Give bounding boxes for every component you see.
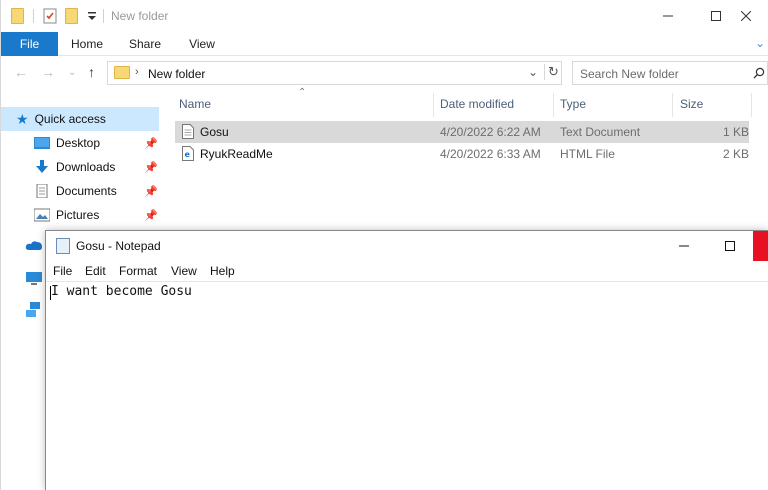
notepad-maximize-button[interactable] xyxy=(707,231,753,261)
menu-format[interactable]: Format xyxy=(119,264,157,278)
sidebar-item-label: Desktop xyxy=(56,136,101,150)
sidebar-item-desktop[interactable]: Desktop 📌 xyxy=(1,131,159,155)
folder-icon xyxy=(11,6,24,26)
search-field[interactable]: Search New folder xyxy=(572,61,768,85)
sidebar-item-label: Documents xyxy=(56,184,117,198)
search-placeholder: Search New folder xyxy=(580,67,679,81)
notepad-menubar: File Edit Format View Help xyxy=(46,262,768,281)
pin-icon[interactable]: 📌 xyxy=(144,137,158,150)
properties-icon[interactable] xyxy=(42,6,58,26)
sidebar-item-label: Quick access xyxy=(34,112,106,126)
tab-file[interactable]: File xyxy=(1,32,58,56)
onedrive-icon[interactable] xyxy=(25,239,43,251)
folder-icon xyxy=(114,66,130,79)
tab-view[interactable]: View xyxy=(178,32,226,56)
menu-file[interactable]: File xyxy=(53,264,72,278)
file-row-gosu[interactable]: Gosu 4/20/2022 6:22 AM Text Document 1 K… xyxy=(175,121,749,143)
breadcrumb-path[interactable]: New folder xyxy=(148,67,205,81)
this-pc-icon[interactable] xyxy=(25,272,43,286)
notepad-titlebar: Gosu - Notepad xyxy=(46,231,768,261)
file-row-ryukreadme[interactable]: e RyukReadMe 4/20/2022 6:33 AM HTML File… xyxy=(175,143,749,165)
breadcrumb-chevron-icon[interactable]: › xyxy=(135,66,139,78)
minimize-button[interactable] xyxy=(645,0,691,32)
notepad-icon xyxy=(56,238,70,254)
pictures-icon xyxy=(34,208,50,222)
expand-ribbon-icon[interactable]: ⌄ xyxy=(755,36,765,50)
documents-icon xyxy=(36,184,48,198)
file-size: 1 KB xyxy=(723,125,750,139)
sidebar-item-pictures[interactable]: Pictures 📌 xyxy=(1,203,159,227)
address-field[interactable]: › New folder ⌄ ↻ xyxy=(107,61,562,85)
file-name: RyukReadMe xyxy=(200,147,273,161)
file-name: Gosu xyxy=(200,125,229,139)
notepad-title: Gosu - Notepad xyxy=(76,239,161,253)
forward-arrow-icon[interactable]: → xyxy=(41,64,55,80)
text-file-icon xyxy=(182,124,194,139)
explorer-titlebar: New folder xyxy=(1,0,768,32)
notepad-text-area[interactable]: I want become Gosu xyxy=(46,281,768,490)
notepad-content[interactable]: I want become Gosu xyxy=(51,284,192,299)
column-header-name[interactable]: Name xyxy=(179,96,211,120)
sidebar-item-documents[interactable]: Documents 📌 xyxy=(1,179,159,203)
column-header-type[interactable]: Type xyxy=(560,96,586,120)
notepad-minimize-button[interactable] xyxy=(661,231,707,261)
file-size: 2 KB xyxy=(723,147,750,161)
sidebar-item-quick-access[interactable]: ★ Quick access xyxy=(1,107,159,131)
tab-home[interactable]: Home xyxy=(63,32,111,56)
menu-view[interactable]: View xyxy=(171,264,197,278)
sidebar-item-label: Downloads xyxy=(56,160,116,174)
address-dropdown-icon[interactable]: ⌄ xyxy=(528,65,538,79)
recent-locations-icon[interactable]: ⌄ xyxy=(68,67,76,78)
file-type: HTML File xyxy=(560,147,615,161)
sidebar-item-label: Pictures xyxy=(56,208,100,222)
refresh-icon[interactable]: ↻ xyxy=(544,64,559,80)
pin-icon[interactable]: 📌 xyxy=(144,161,158,174)
file-type: Text Document xyxy=(560,125,641,139)
text-caret xyxy=(50,286,51,300)
window-title: New folder xyxy=(111,9,169,23)
download-arrow-icon xyxy=(36,160,48,173)
desktop-icon xyxy=(34,137,50,149)
tab-share[interactable]: Share xyxy=(121,32,169,56)
notepad-window: Gosu - Notepad File Edit Format View Hel… xyxy=(45,230,768,490)
star-icon: ★ xyxy=(16,110,29,127)
close-button[interactable] xyxy=(723,0,768,32)
menu-help[interactable]: Help xyxy=(210,264,235,278)
column-header-size[interactable]: Size xyxy=(680,96,703,120)
pin-icon[interactable]: 📌 xyxy=(144,209,158,222)
up-arrow-icon[interactable]: ↑ xyxy=(88,64,95,80)
new-folder-icon[interactable] xyxy=(65,6,78,26)
svg-text:e: e xyxy=(185,150,191,159)
file-date: 4/20/2022 6:22 AM xyxy=(440,125,541,139)
sort-ascending-icon: ⌃ xyxy=(298,87,307,98)
address-bar: ← → ⌄ ↑ › New folder ⌄ ↻ Search New fold… xyxy=(1,57,768,89)
search-icon[interactable] xyxy=(753,67,765,79)
ribbon: File Home Share View ⌄ xyxy=(1,32,768,56)
back-arrow-icon[interactable]: ← xyxy=(14,64,28,80)
network-icon[interactable] xyxy=(25,302,43,318)
sidebar-item-downloads[interactable]: Downloads 📌 xyxy=(1,155,159,179)
file-date: 4/20/2022 6:33 AM xyxy=(440,147,541,161)
customize-toolbar-icon[interactable] xyxy=(87,6,97,26)
file-list: ⌃ Name Date modified Type Size Gosu 4/20… xyxy=(161,87,768,249)
menu-edit[interactable]: Edit xyxy=(85,264,106,278)
notepad-close-button[interactable] xyxy=(753,231,768,261)
column-header-date[interactable]: Date modified xyxy=(440,96,514,120)
html-file-icon: e xyxy=(182,146,194,161)
pin-icon[interactable]: 📌 xyxy=(144,185,158,198)
